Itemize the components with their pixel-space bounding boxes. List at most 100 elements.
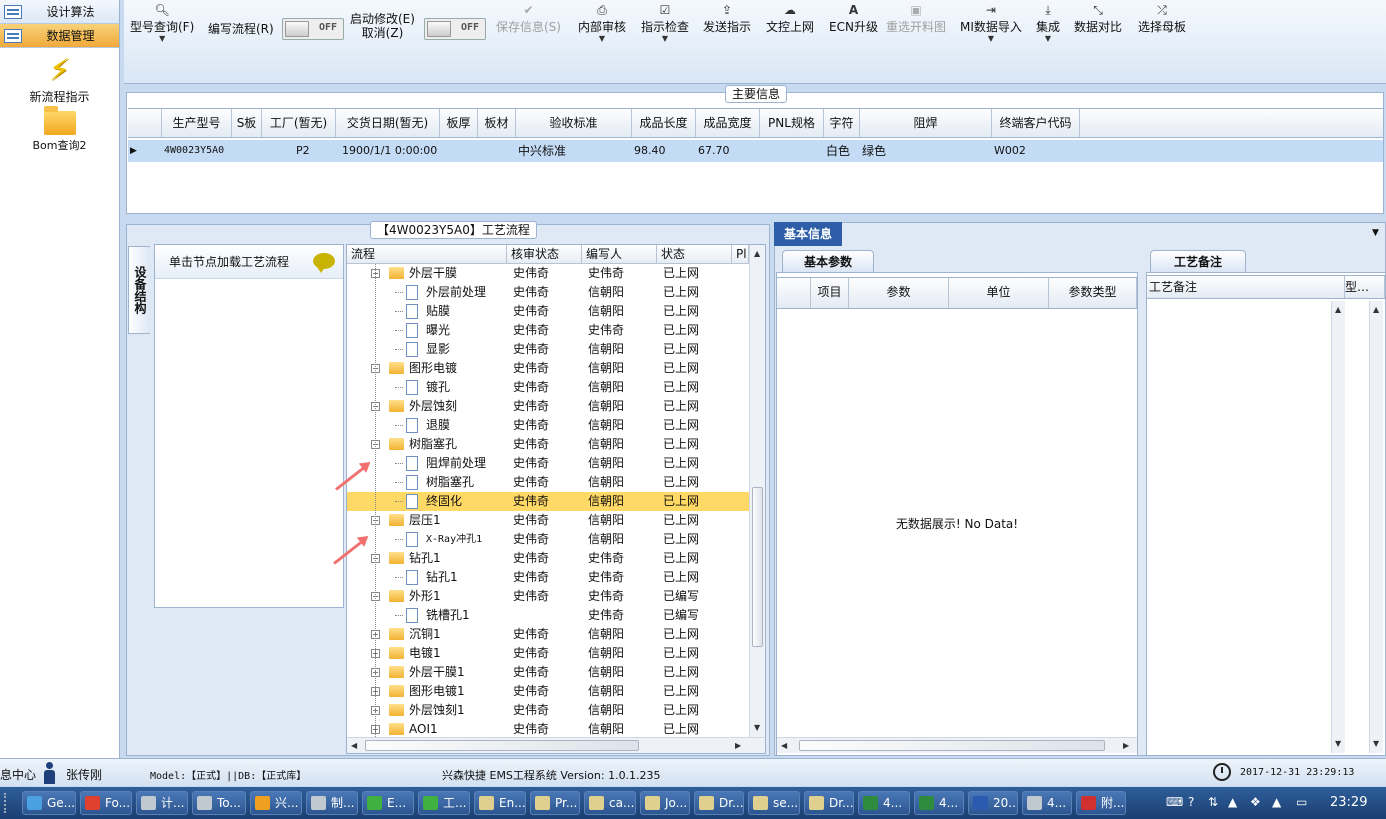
tray-expand-icon[interactable]: ▲ <box>1228 795 1237 809</box>
tree-row[interactable]: 外层前处理 史伟奇 信朝阳 已上网 <box>347 283 749 302</box>
column-header[interactable]: 板厚 <box>440 109 478 137</box>
column-header[interactable]: 单位 <box>949 278 1049 308</box>
column-header[interactable]: 型… <box>1345 276 1385 298</box>
instruction-check-button[interactable]: ☑ 指示检查 ▼ <box>641 2 689 43</box>
data-compare-button[interactable]: ⤡ 数据对比 <box>1074 2 1122 35</box>
shortcut-new-flow[interactable]: ⚡ 新流程指示 <box>0 54 119 105</box>
tree-row[interactable]: − 层压1 史伟奇 信朝阳 已上网 <box>347 511 749 530</box>
app-tray-icon[interactable]: ❖ <box>1250 795 1261 809</box>
tree-row[interactable]: 钻孔1 史伟奇 史伟奇 已上网 <box>347 568 749 587</box>
display-icon[interactable]: ▭ <box>1296 795 1307 809</box>
column-header[interactable]: 字符 <box>824 109 860 137</box>
message-center-label[interactable]: 息中心 <box>0 766 36 783</box>
scroll-up-icon[interactable]: ▲ <box>754 249 760 258</box>
tree-row[interactable]: 显影 史伟奇 信朝阳 已上网 <box>347 340 749 359</box>
internal-review-button[interactable]: ⎙ 内部审核 ▼ <box>578 2 626 43</box>
vertical-scrollbar[interactable]: ▲ ▼ <box>1369 301 1383 753</box>
reselect-cutting-button[interactable]: ▣ 重选开料图 <box>886 2 946 35</box>
network-icon[interactable]: ⇅ <box>1208 795 1218 809</box>
column-header[interactable]: 参数类型 <box>1049 278 1137 308</box>
tree-row[interactable]: 镀孔 史伟奇 信朝阳 已上网 <box>347 378 749 397</box>
tree-row[interactable]: X-Ray冲孔1 史伟奇 信朝阳 已上网 <box>347 530 749 549</box>
sidebar-item-design-algorithm[interactable]: 设计算法 <box>0 0 119 24</box>
column-header[interactable]: 工艺备注 <box>1147 276 1345 298</box>
tab-equipment-structure[interactable]: 设备结构 <box>128 246 150 334</box>
model-query-button[interactable]: 🔍︎ 型号查询(F) ▼ <box>130 2 194 43</box>
column-header[interactable]: S板 <box>232 109 262 137</box>
taskbar-button[interactable]: 制... <box>306 791 358 815</box>
vertical-scrollbar[interactable]: ▲ ▼ <box>1331 301 1345 753</box>
start-edit-toggle[interactable]: OFF <box>424 18 486 40</box>
column-header[interactable]: 成品宽度 <box>696 109 760 137</box>
column-header[interactable]: 成品长度 <box>632 109 696 137</box>
table-row[interactable]: ▶ 4W0023Y5A0 P2 1900/1/1 0:00:00 中兴标准 98… <box>128 140 1383 162</box>
save-info-button[interactable]: ✔ 保存信息(S) <box>496 2 561 35</box>
column-header[interactable]: 交货日期(暂无) <box>336 109 440 137</box>
taskbar-button[interactable]: 4... <box>858 791 910 815</box>
tree-row[interactable]: − 外层蚀刻 史伟奇 信朝阳 已上网 <box>347 397 749 416</box>
column-header[interactable]: 阻焊 <box>860 109 992 137</box>
taskbar-button[interactable]: se... <box>748 791 800 815</box>
taskbar-button[interactable]: Dr... <box>804 791 854 815</box>
tree-row[interactable]: − 钻孔1 史伟奇 史伟奇 已上网 <box>347 549 749 568</box>
tree-row[interactable]: + 沉铜1 史伟奇 信朝阳 已上网 <box>347 625 749 644</box>
taskbar-button[interactable]: E... <box>362 791 414 815</box>
tree-row[interactable]: + 电镀1 史伟奇 信朝阳 已上网 <box>347 644 749 663</box>
horizontal-scrollbar[interactable]: ◀ ▶ <box>777 737 1137 753</box>
tab-basic-params[interactable]: 基本参数 <box>782 250 874 272</box>
keyboard-icon[interactable]: ⌨ <box>1166 795 1183 809</box>
tab-process-notes[interactable]: 工艺备注 <box>1150 250 1246 272</box>
column-header[interactable]: 验收标准 <box>516 109 632 137</box>
ecn-upgrade-button[interactable]: A ECN升级 <box>829 2 878 35</box>
tree-row[interactable]: − 外层干膜 史伟奇 史伟奇 已上网 <box>347 264 749 283</box>
taskbar-button[interactable]: 20... <box>968 791 1018 815</box>
doc-control-upload-button[interactable]: ☁ 文控上网 <box>766 2 814 35</box>
column-header[interactable]: Pl <box>732 245 749 263</box>
tree-row[interactable]: 阻焊前处理 史伟奇 信朝阳 已上网 <box>347 454 749 473</box>
column-header[interactable]: 核审状态 <box>507 245 582 263</box>
column-header[interactable]: 参数 <box>849 278 949 308</box>
scrollbar-thumb[interactable] <box>752 487 763 647</box>
vertical-scrollbar[interactable]: ▲ ▼ <box>749 245 765 737</box>
edit-flow-toggle[interactable]: OFF <box>282 18 344 40</box>
scroll-right-icon[interactable]: ▶ <box>1123 741 1129 750</box>
tree-row[interactable]: − 树脂塞孔 史伟奇 信朝阳 已上网 <box>347 435 749 454</box>
column-header[interactable]: PNL规格 <box>760 109 824 137</box>
scroll-down-icon[interactable]: ▼ <box>754 723 760 732</box>
tree-row[interactable]: 终固化 史伟奇 信朝阳 已上网 <box>347 492 749 511</box>
taskbar-button[interactable]: 兴... <box>250 791 302 815</box>
shortcut-bom-query[interactable]: Bom查询2 <box>0 106 119 153</box>
column-header[interactable]: 编写人 <box>582 245 657 263</box>
tree-row[interactable]: + 外层蚀刻1 史伟奇 信朝阳 已上网 <box>347 701 749 720</box>
tree-row[interactable]: + 外层干膜1 史伟奇 信朝阳 已上网 <box>347 663 749 682</box>
taskbar-button[interactable]: 附... <box>1076 791 1126 815</box>
scrollbar-thumb[interactable] <box>799 740 1105 751</box>
help-icon[interactable]: ? <box>1188 795 1194 809</box>
tree-row[interactable]: − 图形电镀 史伟奇 信朝阳 已上网 <box>347 359 749 378</box>
column-header[interactable]: 流程 <box>347 245 507 263</box>
scroll-down-icon[interactable]: ▼ <box>1335 739 1341 748</box>
sidebar-item-data-management[interactable]: 数据管理 <box>0 24 119 48</box>
horizontal-scrollbar[interactable]: ◀ ▶ <box>347 737 765 753</box>
column-header[interactable]: 状态 <box>657 245 732 263</box>
taskbar-button[interactable]: Pr... <box>530 791 580 815</box>
taskbar-button[interactable]: ca... <box>584 791 636 815</box>
tree-row[interactable]: 退膜 史伟奇 信朝阳 已上网 <box>347 416 749 435</box>
taskbar-button[interactable]: Dr... <box>694 791 744 815</box>
taskbar-button[interactable]: 工... <box>418 791 470 815</box>
chevron-down-icon[interactable]: ▼ <box>1372 228 1379 238</box>
scroll-down-icon[interactable]: ▼ <box>1373 739 1379 748</box>
column-header[interactable]: 生产型号 <box>162 109 232 137</box>
taskbar-button[interactable]: To... <box>192 791 246 815</box>
integrate-button[interactable]: ⤓ 集成 ▼ <box>1036 2 1060 43</box>
mi-import-button[interactable]: ⇥ MI数据导入 ▼ <box>960 2 1022 43</box>
tree-row[interactable]: 贴膜 史伟奇 信朝阳 已上网 <box>347 302 749 321</box>
column-header[interactable]: 终端客户代码 <box>992 109 1080 137</box>
scrollbar-thumb[interactable] <box>365 740 639 751</box>
scroll-up-icon[interactable]: ▲ <box>1373 305 1379 314</box>
scroll-up-icon[interactable]: ▲ <box>1335 305 1341 314</box>
column-header[interactable]: 项目 <box>811 278 849 308</box>
taskbar-button[interactable]: Ge... <box>22 791 76 815</box>
taskbar-button[interactable]: 4... <box>1022 791 1072 815</box>
scroll-left-icon[interactable]: ◀ <box>781 741 787 750</box>
